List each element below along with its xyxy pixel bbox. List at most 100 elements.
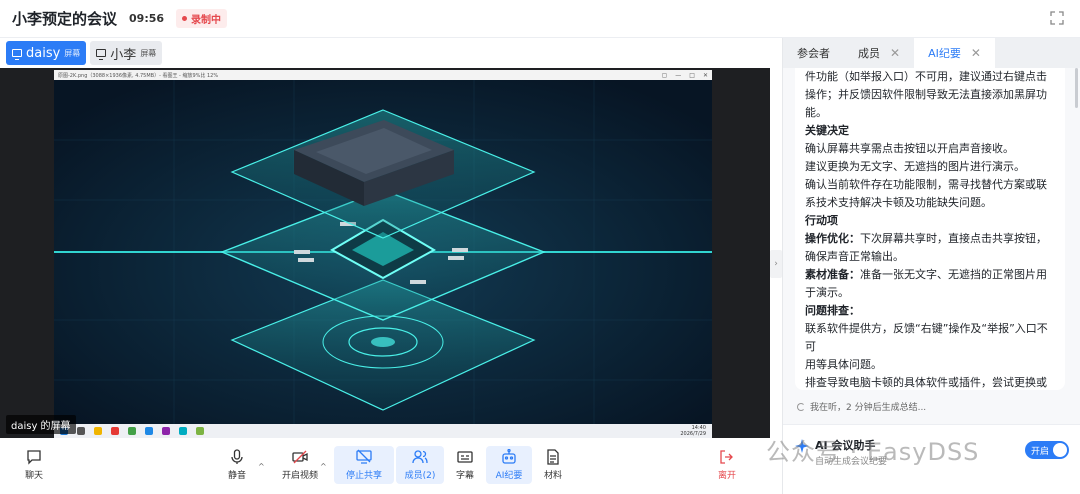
meeting-app: 小李预定的会议 09:56 录制中 daisy 屏幕 小李 屏幕 原图-2K.p… — [0, 0, 1080, 494]
tab-label: AI纪要 — [928, 47, 961, 60]
summary-text: 确保声音正常输出。 — [805, 250, 904, 263]
chat-label: 聊天 — [24, 471, 43, 481]
summary-line: 确认当前软件存在功能限制，需寻找替代方案或联 — [805, 176, 1055, 194]
meeting-toolbar: 聊天 静音 ^ 开启视频 ^ 停止共享 成员(2) 字幕 AI纪要 材料 离开 — [0, 444, 782, 494]
summary-text: 系技术支持解决卡顿及功能缺失问题。 — [805, 196, 992, 209]
summary-item-label: 素材准备： — [805, 268, 860, 281]
tab-members[interactable]: 成员 ✕ — [844, 38, 914, 68]
summary-line: 系技术支持解决卡顿及功能缺失问题。 — [805, 194, 1055, 212]
taskbar-date: 2026/7/29 — [680, 431, 706, 437]
summary-text: 准备一张无文字、无遮挡的正常图片用 — [860, 268, 1047, 281]
app-icon — [128, 427, 136, 435]
monitor-icon — [96, 49, 107, 60]
summary-text: 行动项 — [805, 214, 838, 227]
summary-line: 确保声音正常输出。 — [805, 248, 1055, 266]
tab-label: 成员 — [858, 47, 880, 60]
summary-line: 问题排查： — [805, 302, 1055, 320]
screen-tab-sub: 屏幕 — [64, 48, 81, 58]
panel-collapse-handle[interactable]: › — [770, 250, 782, 278]
summary-text: 联系软件提供方，反馈“右键”操作及“举报”入口不可 — [805, 322, 1048, 353]
summary-text: 于演示。 — [805, 286, 849, 299]
window-controls: ▢ — □ ✕ — [661, 71, 708, 79]
microphone-icon — [231, 449, 243, 464]
summary-line: 用等具体问题。 — [805, 356, 1055, 374]
stop-share-label: 停止共享 — [345, 471, 382, 481]
summary-line: 件功能（如举报入口）不可用，建议通过右键点击 — [805, 68, 1055, 86]
monitor-icon — [12, 49, 22, 60]
leave-button[interactable]: 离开 — [712, 446, 742, 484]
summary-scrollbar[interactable] — [1075, 68, 1078, 108]
folder-icon — [94, 427, 102, 435]
meeting-header: 小李预定的会议 09:56 录制中 — [0, 0, 1080, 38]
side-panel: 参会者 成员 ✕ AI纪要 ✕ 件功能（如举报入口）不可用，建议通过右键点击 操作… — [782, 38, 1080, 494]
materials-button[interactable]: 材料 — [538, 446, 568, 484]
shared-screen-stage: 原图-2K.png（3088×1936像素, 4.75MB）- 看图王 - 缩放… — [0, 68, 770, 438]
ai-summary-button[interactable]: AI纪要 — [486, 446, 532, 484]
start-video-button[interactable]: 开启视频 — [278, 446, 322, 484]
screen-switcher: daisy 屏幕 小李 屏幕 — [6, 41, 163, 65]
members-button[interactable]: 成员(2) — [396, 446, 444, 484]
leave-label: 离开 — [717, 471, 736, 481]
stop-share-button[interactable]: 停止共享 — [334, 446, 394, 484]
tab-ai-summary[interactable]: AI纪要 ✕ — [914, 38, 995, 68]
summary-text: 确认当前软件存在功能限制，需寻找替代方案或联 — [805, 178, 1047, 191]
document-icon — [547, 449, 559, 465]
members-label: 成员(2) — [404, 471, 436, 481]
recording-dot-icon — [182, 16, 188, 21]
screen-tab-name: 小李 — [110, 47, 137, 63]
tab-participants[interactable]: 参会者 — [783, 38, 844, 68]
image-viewer-titlebar: 原图-2K.png（3088×1936像素, 4.75MB）- 看图王 - 缩放… — [54, 70, 712, 80]
chat-icon — [27, 450, 41, 465]
summary-line: 建议更换为无文字、无遮挡的图片进行演示。 — [805, 158, 1055, 176]
screen-tab-xiaoli[interactable]: 小李 屏幕 — [90, 41, 163, 65]
video-label: 开启视频 — [281, 471, 318, 481]
toggle-knob — [1053, 443, 1067, 457]
recording-label: 录制中 — [191, 15, 222, 26]
loading-icon — [797, 402, 805, 411]
summary-line: 于演示。 — [805, 284, 1055, 302]
fullscreen-icon[interactable] — [1050, 11, 1064, 25]
watermark-text: 公众号 · EasyDSS — [766, 438, 980, 466]
screen-tab-name: daisy — [26, 45, 61, 61]
windows-taskbar: 14:40 2026/7/29 — [54, 424, 712, 438]
mute-button[interactable]: 静音 — [220, 446, 254, 484]
toggle-label: 开启 — [1031, 447, 1050, 457]
search-icon — [77, 427, 85, 435]
taskbar-clock: 14:40 2026/7/29 — [680, 425, 706, 437]
chat-button[interactable]: 聊天 — [14, 446, 54, 484]
app-icon — [162, 427, 170, 435]
ai-summary-content: 件功能（如举报入口）不可用，建议通过右键点击 操作；并反馈因软件限制导致无法直接添… — [795, 68, 1065, 390]
summary-heading: 关键决定 — [805, 122, 1055, 140]
summary-text: 操作；并反馈因软件限制导致无法直接添加黑屏功 — [805, 88, 1047, 101]
exit-icon — [720, 450, 733, 464]
shared-screen-content: 原图-2K.png（3088×1936像素, 4.75MB）- 看图王 - 缩放… — [54, 70, 712, 438]
video-options-caret-icon[interactable]: ^ — [320, 462, 327, 471]
materials-label: 材料 — [543, 471, 562, 481]
browser-icon — [145, 427, 153, 435]
assistant-toggle[interactable]: 开启 — [1025, 441, 1069, 459]
stop-share-icon — [356, 449, 372, 464]
meeting-title: 小李预定的会议 — [12, 10, 118, 28]
subtitle-label: 字幕 — [455, 471, 474, 481]
meeting-timer: 09:56 — [129, 12, 165, 25]
mute-options-caret-icon[interactable]: ^ — [258, 462, 265, 471]
app-icon — [179, 427, 187, 435]
summary-text: 件功能（如举报入口）不可用，建议通过右键点击 — [805, 70, 1047, 83]
mute-label: 静音 — [227, 471, 246, 481]
summary-line: 排查导致电脑卡顿的具体软件或插件，尝试更换或 — [805, 374, 1055, 390]
video-off-icon — [292, 450, 308, 464]
screen-tab-daisy[interactable]: daisy 屏幕 — [6, 41, 87, 65]
close-icon[interactable]: ✕ — [971, 46, 981, 60]
summary-item-label: 问题排查： — [805, 304, 860, 317]
subtitle-button[interactable]: 字幕 — [450, 446, 480, 484]
summary-text: 确认屏幕共享需点击按钮以开启声音接收。 — [805, 142, 1014, 155]
image-viewer-title: 原图-2K.png（3088×1936像素, 4.75MB）- 看图王 - 缩放… — [58, 72, 219, 79]
close-icon[interactable]: ✕ — [890, 46, 900, 60]
panel-tabs: 参会者 成员 ✕ AI纪要 ✕ — [783, 38, 1080, 68]
screen-tab-sub: 屏幕 — [140, 48, 157, 58]
summary-line: 素材准备：准备一张无文字、无遮挡的正常图片用 — [805, 266, 1055, 284]
summary-text: 下次屏幕共享时，直接点击共享按钮， — [860, 232, 1047, 245]
summary-line: 联系软件提供方，反馈“右键”操作及“举报”入口不可 — [805, 320, 1055, 356]
listening-status: 我在听，2 分钟后生成总结... — [797, 400, 926, 413]
summary-line: 确认屏幕共享需点击按钮以开启声音接收。 — [805, 140, 1055, 158]
